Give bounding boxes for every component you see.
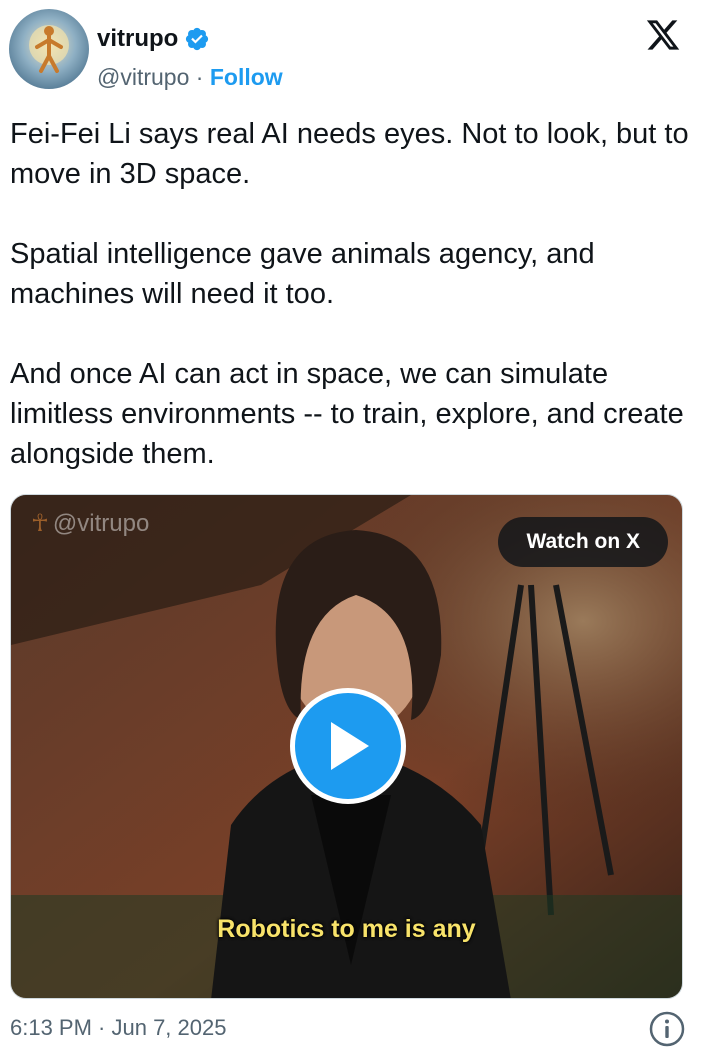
info-icon[interactable] <box>648 1010 686 1048</box>
author-name-row: vitrupo <box>97 25 210 53</box>
watch-on-x-button[interactable]: Watch on X <box>498 517 668 567</box>
play-icon <box>331 722 369 770</box>
video-caption: Robotics to me is any <box>217 915 476 943</box>
video-watermark: ☥ @vitrupo <box>31 509 149 538</box>
avatar[interactable] <box>9 9 89 89</box>
author-handle[interactable]: @vitrupo <box>97 64 189 90</box>
tweet-header: vitrupo @vitrupo · Follow <box>9 9 694 91</box>
watermark-figure-icon: ☥ <box>31 510 49 537</box>
tweet-text: Fei-Fei Li says real AI needs eyes. Not … <box>10 118 689 470</box>
play-button[interactable] <box>290 688 406 804</box>
x-logo-icon[interactable] <box>644 17 682 53</box>
author-display-name[interactable]: vitrupo <box>97 25 178 53</box>
verified-badge-icon <box>186 27 209 51</box>
video-player[interactable]: ☥ @vitrupo Watch on X Robotics to me is … <box>10 494 683 999</box>
follow-button[interactable]: Follow <box>210 64 283 90</box>
tweet-timestamp[interactable]: 6:13 PM · Jun 7, 2025 <box>10 1015 226 1041</box>
separator-dot: · <box>195 64 204 90</box>
author-handle-row: @vitrupo · Follow <box>97 64 283 91</box>
watermark-text: @vitrupo <box>52 509 150 537</box>
